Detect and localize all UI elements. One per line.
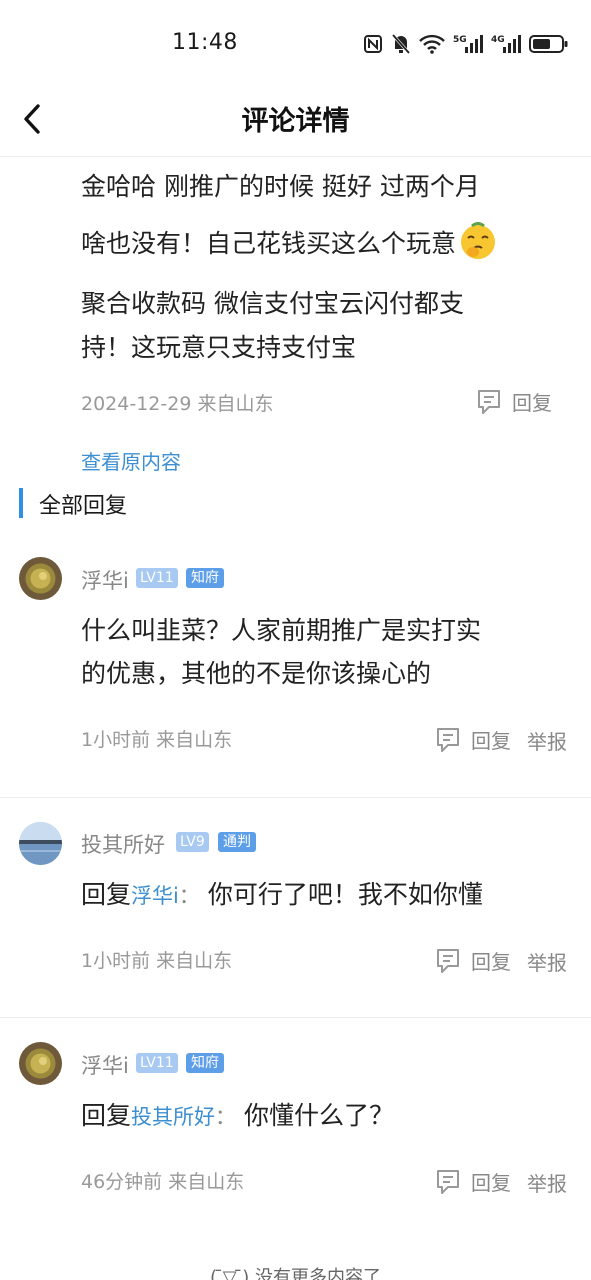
mention-separator: ： [178, 884, 200, 908]
avatar-image [19, 557, 62, 600]
original-comment-meta: 2024-12-29 来自山东 [81, 393, 274, 415]
reply-label: 回复 [512, 391, 552, 415]
reply-body: 你可行了吧！我不如你懂 [207, 880, 483, 909]
reply-label: 回复 [471, 1171, 511, 1195]
reply-prefix: 回复 [81, 880, 132, 909]
item-divider [0, 797, 591, 798]
reply-body: 你懂什么了？ [243, 1101, 394, 1130]
original-comment-line-4: 持！这玩意只支持支付宝 [81, 333, 357, 362]
reply-button[interactable]: 回复 [435, 946, 511, 975]
thinking-emoji-icon [461, 222, 496, 259]
reply-label: 回复 [471, 729, 511, 753]
no-more-content: ( ̄▽ ̄) 没有更多内容了 [209, 1267, 382, 1280]
5g-label: 5G [453, 35, 467, 45]
mute-bell-icon [391, 34, 411, 54]
reply-button[interactable]: 回复 [435, 725, 511, 754]
comment-bubble-icon [478, 389, 500, 414]
report-button[interactable]: 举报 [527, 726, 567, 755]
original-comment-line-2-text: 啥也没有！自己花钱买这么个玩意 [81, 229, 457, 258]
header: 评论详情 [0, 88, 591, 156]
status-bar: 11:48 5G 4G [0, 0, 591, 88]
original-reply-button[interactable]: 回复 [476, 387, 552, 416]
username[interactable]: 投其所好 [81, 829, 165, 859]
original-comment-line-3: 聚合收款码 微信支付宝云闪付都支 [81, 289, 464, 318]
level-badge: LV11 [136, 1053, 178, 1073]
reply-meta: 1小时前 来自山东 [81, 950, 233, 972]
original-comment-line-1: 金哈哈 刚推广的时候 挺好 过两个月 [81, 172, 480, 201]
nfc-icon [364, 35, 382, 53]
reply-meta: 1小时前 来自山东 [81, 729, 233, 751]
header-divider [0, 156, 591, 157]
page-title: 评论详情 [241, 106, 350, 137]
avatar[interactable] [19, 822, 62, 865]
mention-link[interactable]: 浮华i [131, 884, 179, 908]
4g-label: 4G [491, 35, 505, 45]
avatar[interactable] [19, 1042, 62, 1085]
reply-text: 回复投其所好： 你懂什么了？ [81, 1093, 551, 1140]
original-comment-line-2: 啥也没有！自己花钱买这么个玩意 [81, 221, 561, 266]
username[interactable]: 浮华i [81, 1050, 129, 1080]
item-divider [0, 1017, 591, 1018]
mention-separator: ： [215, 1105, 237, 1129]
reply-text-line-1: 什么叫韭菜？人家前期推广是实打实 [81, 616, 482, 645]
battery-icon [529, 35, 568, 53]
reply-label: 回复 [471, 950, 511, 974]
comment-bubble-icon [437, 727, 459, 752]
status-time: 11:48 [172, 30, 238, 55]
avatar-image [19, 1042, 62, 1085]
comment-bubble-icon [437, 948, 459, 973]
level-badge: LV9 [176, 832, 209, 852]
level-badge: LV11 [136, 568, 178, 588]
reply-text: 回复浮华i： 你可行了吧！我不如你懂 [81, 872, 551, 919]
4g-signal-icon: 4G [491, 35, 521, 53]
report-button[interactable]: 举报 [527, 1168, 567, 1197]
title-badge: 知府 [186, 1053, 224, 1073]
report-button[interactable]: 举报 [527, 947, 567, 976]
section-accent-bar [19, 488, 23, 518]
reply-meta: 46分钟前 来自山东 [81, 1171, 245, 1193]
avatar[interactable] [19, 557, 62, 600]
section-title: 全部回复 [39, 494, 128, 519]
title-badge: 知府 [186, 568, 224, 588]
reply-text-line-2: 的优惠，其他的不是你该操心的 [81, 659, 432, 688]
5g-signal-icon: 5G [453, 35, 483, 53]
avatar-image [19, 822, 62, 865]
mention-link[interactable]: 投其所好 [131, 1105, 215, 1129]
username[interactable]: 浮华i [81, 565, 129, 595]
reply-prefix: 回复 [81, 1101, 132, 1130]
view-original-link[interactable]: 查看原内容 [81, 446, 181, 475]
comment-detail-page: 11:48 5G 4G 评论详情 金哈哈 刚推广的时候 挺好 过两个月 啥也没有… [0, 0, 591, 1280]
comment-bubble-icon [437, 1169, 459, 1194]
title-badge: 通判 [218, 832, 256, 852]
status-icons: 5G 4G [363, 31, 569, 57]
reply-button[interactable]: 回复 [435, 1167, 511, 1196]
wifi-icon [419, 34, 445, 54]
